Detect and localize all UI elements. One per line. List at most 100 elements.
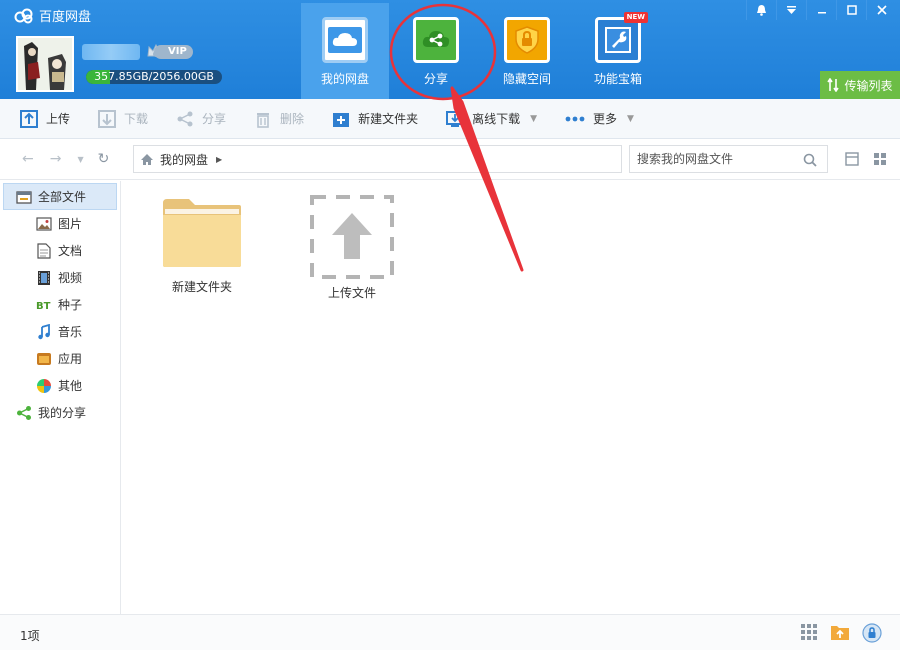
- lock-status-icon[interactable]: [862, 623, 882, 646]
- sidebar-item-label: 我的分享: [38, 406, 87, 420]
- new-badge: NEW: [623, 12, 648, 23]
- vip-label: VIP: [154, 45, 193, 59]
- new-folder-icon: [333, 112, 350, 127]
- cloud-tile: [322, 17, 368, 63]
- delete-label: 删除: [280, 112, 305, 126]
- file-item-label: 新建文件夹: [171, 280, 232, 294]
- offline-download-label: 离线下载: [472, 112, 521, 126]
- svg-text:BT: BT: [36, 301, 51, 311]
- sidebar-item-label: 文档: [58, 244, 83, 258]
- toolbox-tile: NEW: [595, 12, 648, 63]
- sidebar-item-videos[interactable]: 视频: [0, 264, 120, 291]
- more-dots-icon: [565, 116, 585, 121]
- maximize-icon[interactable]: [836, 0, 866, 20]
- upload-icon: [20, 109, 38, 128]
- more-label: 更多: [593, 112, 618, 126]
- list-view-icon[interactable]: [845, 152, 859, 169]
- avatar-image: [18, 38, 72, 90]
- lock-icon: [515, 26, 539, 54]
- forward-arrow-icon[interactable]: →: [50, 151, 62, 167]
- minimize-icon[interactable]: [806, 0, 836, 20]
- grid-view-icon[interactable]: [873, 152, 887, 169]
- share-icon: [177, 111, 193, 126]
- breadcrumb-chevron-icon[interactable]: ▶: [216, 155, 222, 164]
- sidebar-item-my-shares[interactable]: 我的分享: [0, 399, 120, 426]
- notification-bell-icon[interactable]: [746, 0, 776, 20]
- sidebar-item-documents[interactable]: 文档: [0, 237, 120, 264]
- vault-tile: [504, 17, 550, 63]
- tab-label: 我的网盘: [320, 72, 369, 86]
- history-dropdown-icon[interactable]: ▼: [77, 155, 83, 164]
- tab-label: 分享: [423, 72, 448, 86]
- sidebar-item-music[interactable]: 音乐: [0, 318, 120, 345]
- delete-button[interactable]: 删除: [254, 110, 304, 128]
- tab-hidden-space[interactable]: 隐藏空间: [483, 3, 571, 99]
- chevron-down-icon[interactable]: ▼: [627, 114, 634, 124]
- back-arrow-icon[interactable]: ←: [22, 151, 34, 167]
- sidebar-item-label: 种子: [58, 298, 83, 312]
- new-folder-button[interactable]: 新建文件夹: [332, 110, 418, 128]
- tab-label: 功能宝箱: [593, 72, 642, 86]
- picture-icon: [36, 216, 52, 232]
- breadcrumb-root[interactable]: 我的网盘: [160, 151, 208, 168]
- close-icon[interactable]: [866, 0, 896, 20]
- trash-icon: [257, 112, 270, 128]
- vip-badge[interactable]: VIP: [146, 44, 193, 60]
- download-label: 下载: [124, 112, 149, 126]
- sidebar: 全部文件 图片 文档 视频 BT 种子 音乐 应用 其他 我的分享: [0, 181, 121, 614]
- transfer-list-button[interactable]: 传输列表: [820, 71, 900, 99]
- baidu-cloud-logo-icon: [14, 8, 33, 23]
- document-icon: [36, 242, 52, 259]
- download-icon: [98, 109, 117, 128]
- app-grid-icon[interactable]: [800, 623, 818, 646]
- chevron-down-icon[interactable]: ▼: [530, 114, 537, 124]
- upload-folder-icon[interactable]: [830, 623, 850, 646]
- sidebar-item-all-files[interactable]: 全部文件: [3, 183, 117, 210]
- sidebar-item-label: 全部文件: [38, 190, 87, 204]
- username-masked: [82, 44, 140, 60]
- download-button[interactable]: 下载: [98, 109, 149, 128]
- sidebar-item-pictures[interactable]: 图片: [0, 210, 120, 237]
- sidebar-item-torrents[interactable]: BT 种子: [0, 291, 120, 318]
- new-folder-label: 新建文件夹: [358, 112, 419, 126]
- status-icons: [788, 623, 882, 646]
- tab-share[interactable]: 分享: [392, 3, 480, 99]
- share-label: 分享: [202, 112, 227, 126]
- app-title: 百度网盘: [39, 10, 92, 25]
- sidebar-item-label: 音乐: [58, 325, 83, 339]
- home-icon: [141, 153, 153, 165]
- share-button[interactable]: 分享: [176, 110, 226, 128]
- upload-button[interactable]: 上传: [20, 109, 70, 128]
- tab-toolbox[interactable]: NEW 功能宝箱: [574, 3, 662, 99]
- refresh-icon[interactable]: ↻: [98, 151, 110, 167]
- offline-download-button[interactable]: 离线下载 ▼: [446, 110, 537, 128]
- cloud-icon: [328, 27, 362, 53]
- menu-dropdown-icon[interactable]: [776, 0, 806, 20]
- file-area: 新建文件夹 上传文件: [122, 181, 900, 614]
- music-icon: [36, 323, 52, 340]
- other-icon: [36, 378, 52, 394]
- sidebar-item-label: 其他: [58, 379, 83, 393]
- video-icon: [36, 270, 52, 286]
- breadcrumb[interactable]: 我的网盘 ▶: [133, 145, 622, 173]
- file-item-upload-file[interactable]: 上传文件: [300, 195, 404, 301]
- more-button[interactable]: 更多 ▼: [565, 110, 634, 127]
- sidebar-item-label: 图片: [58, 217, 83, 231]
- app-header: 百度网盘 VIP 357.85GB/2056.00GB 我的网盘 分享 隐藏空间…: [0, 0, 900, 99]
- avatar[interactable]: [16, 36, 74, 92]
- tab-my-netdisk[interactable]: 我的网盘: [301, 3, 389, 99]
- search-icon[interactable]: [803, 153, 817, 167]
- share-icon: [16, 405, 32, 421]
- sidebar-item-other[interactable]: 其他: [0, 372, 120, 399]
- address-row: ← → ▼ ↻ 我的网盘 ▶: [0, 140, 900, 180]
- search-input[interactable]: [637, 152, 797, 166]
- sidebar-item-apps[interactable]: 应用: [0, 345, 120, 372]
- share-icon: [422, 31, 450, 47]
- wrench-icon: [605, 27, 631, 53]
- history-nav: ← → ▼ ↻: [22, 151, 125, 167]
- transfer-list-label: 传输列表: [844, 78, 893, 93]
- file-item-label: 上传文件: [327, 286, 376, 300]
- upload-placeholder-icon: [310, 195, 394, 279]
- search-box: [629, 145, 828, 173]
- file-item-new-folder[interactable]: 新建文件夹: [150, 195, 254, 295]
